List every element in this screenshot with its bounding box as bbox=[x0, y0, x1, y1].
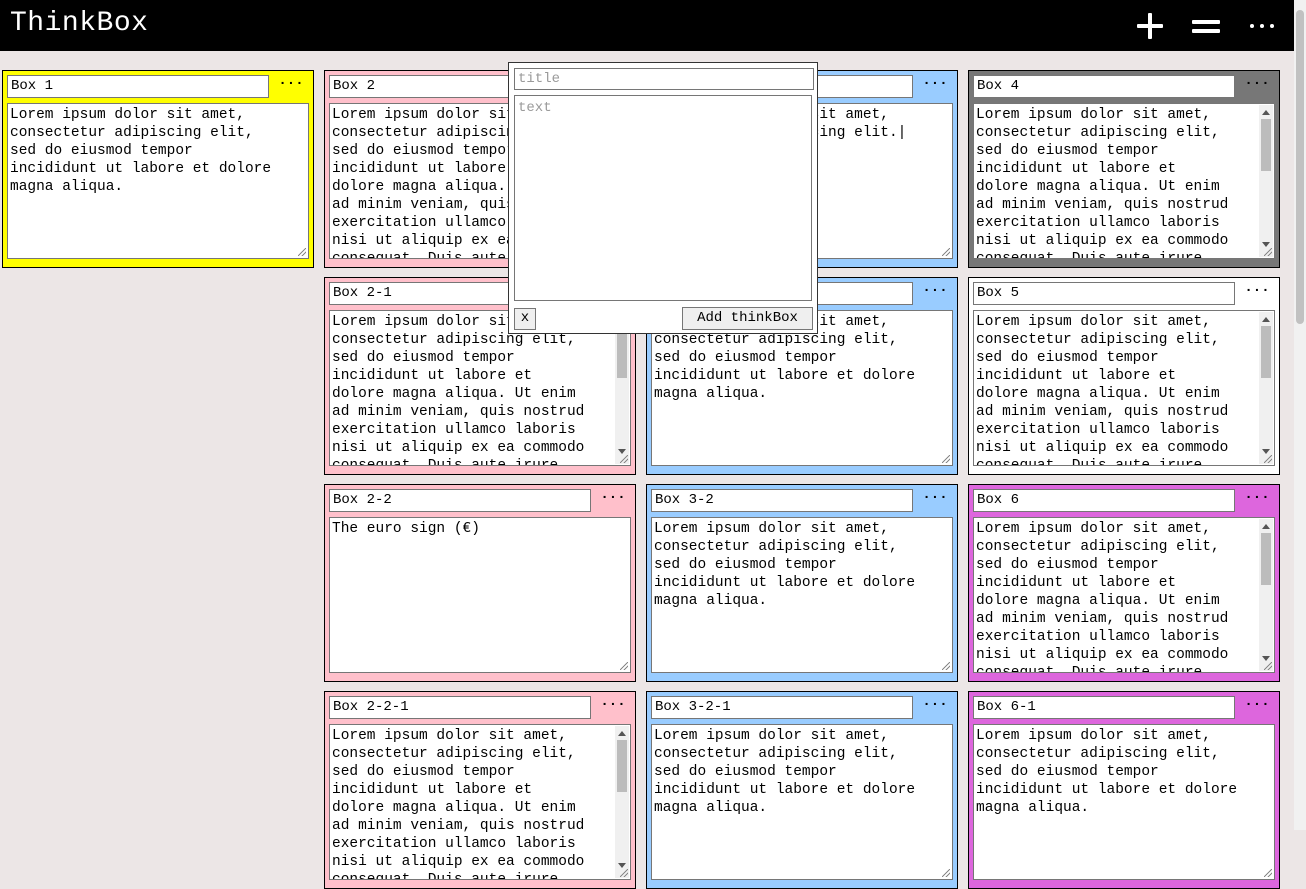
resize-grip-icon[interactable] bbox=[620, 662, 628, 670]
box-more-button[interactable]: ··· bbox=[599, 490, 627, 510]
box-text-area[interactable]: Lorem ipsum dolor sit amet, consectetur … bbox=[651, 724, 953, 880]
resize-grip-icon[interactable] bbox=[942, 455, 950, 463]
box-title-input[interactable]: Box 6 bbox=[973, 489, 1235, 512]
add-thinkbox-button[interactable]: Add thinkBox bbox=[682, 307, 813, 330]
dots-icon bbox=[1250, 24, 1274, 28]
resize-grip-icon[interactable] bbox=[942, 662, 950, 670]
scroll-thumb[interactable] bbox=[617, 740, 627, 792]
plus-icon bbox=[1137, 13, 1163, 39]
box-text-content: Lorem ipsum dolor sit amet, consectetur … bbox=[976, 521, 1229, 673]
box-text-content: Lorem ipsum dolor sit amet, consectetur … bbox=[976, 314, 1229, 466]
more-options-button[interactable] bbox=[1244, 10, 1280, 42]
box-more-button[interactable]: ··· bbox=[277, 76, 305, 96]
top-bar: ThinkBox bbox=[0, 0, 1294, 51]
box-more-button[interactable]: ··· bbox=[599, 697, 627, 717]
text-scrollbar[interactable] bbox=[615, 726, 629, 878]
scroll-down-icon[interactable] bbox=[618, 449, 626, 454]
resize-grip-icon[interactable] bbox=[1264, 248, 1272, 256]
box-4: Box 4 ··· Lorem ipsum dolor sit amet, cons… bbox=[968, 70, 1280, 268]
box-6-1: Box 6-1 ··· Lorem ipsum dolor sit amet, co… bbox=[968, 691, 1280, 889]
text-input[interactable]: text bbox=[514, 95, 812, 301]
box-2-2: Box 2-2 ··· The euro sign (€) bbox=[324, 484, 636, 682]
box-text-content: The euro sign (€) bbox=[332, 521, 480, 537]
box-more-button[interactable]: ··· bbox=[1243, 76, 1271, 96]
box-more-button[interactable]: ··· bbox=[1243, 490, 1271, 510]
resize-grip-icon[interactable] bbox=[620, 455, 628, 463]
scroll-thumb[interactable] bbox=[1261, 533, 1271, 585]
resize-grip-icon[interactable] bbox=[942, 248, 950, 256]
box-text-content: Lorem ipsum dolor sit amet, consectetur … bbox=[976, 107, 1229, 259]
box-title-input[interactable]: Box 5 bbox=[973, 282, 1235, 305]
box-text-area[interactable]: Lorem ipsum dolor sit amet, consectetur … bbox=[973, 103, 1275, 259]
scroll-up-icon[interactable] bbox=[1262, 110, 1270, 115]
box-text-area[interactable]: Lorem ipsum dolor sit amet, consectetur … bbox=[973, 517, 1275, 673]
page-scrollbar[interactable] bbox=[1294, 0, 1306, 830]
scroll-up-icon[interactable] bbox=[1262, 317, 1270, 322]
box-title-input[interactable]: Box 2-2 bbox=[329, 489, 591, 512]
box-more-button[interactable]: ··· bbox=[1243, 697, 1271, 717]
box-text-content: Lorem ipsum dolor sit amet, consectetur … bbox=[332, 728, 585, 880]
box-more-button[interactable]: ··· bbox=[1243, 283, 1271, 303]
box-5: Box 5 ··· Lorem ipsum dolor sit amet, cons… bbox=[968, 277, 1280, 475]
scroll-thumb[interactable] bbox=[1261, 326, 1271, 378]
scroll-up-icon[interactable] bbox=[618, 731, 626, 736]
text-scrollbar[interactable] bbox=[1259, 105, 1273, 257]
box-text-area[interactable]: The euro sign (€) bbox=[329, 517, 631, 673]
box-more-button[interactable]: ··· bbox=[921, 697, 949, 717]
close-button[interactable]: x bbox=[514, 308, 536, 330]
box-6: Box 6 ··· Lorem ipsum dolor sit amet, cons… bbox=[968, 484, 1280, 682]
box-text-area[interactable]: Lorem ipsum dolor sit amet, consectetur … bbox=[651, 517, 953, 673]
box-text-area[interactable]: Lorem ipsum dolor sit amet, consectetur … bbox=[973, 310, 1275, 466]
resize-grip-icon[interactable] bbox=[298, 248, 306, 256]
box-text-area[interactable]: Lorem ipsum dolor sit amet, consectetur … bbox=[329, 724, 631, 880]
page-scroll-thumb[interactable] bbox=[1296, 10, 1304, 324]
list-view-button[interactable] bbox=[1188, 10, 1224, 42]
box-text-content: Lorem ipsum dolor sit amet, consectetur … bbox=[654, 728, 916, 816]
box-title-input[interactable]: Box 4 bbox=[973, 75, 1235, 98]
box-text-area[interactable]: Lorem ipsum dolor sit amet, consectetur … bbox=[973, 724, 1275, 880]
text-scrollbar[interactable] bbox=[1259, 519, 1273, 671]
box-more-button[interactable]: ··· bbox=[921, 490, 949, 510]
box-text-content: Lorem ipsum dolor sit amet, consectetur … bbox=[332, 314, 585, 466]
text-scrollbar[interactable] bbox=[615, 312, 629, 464]
scroll-down-icon[interactable] bbox=[1262, 242, 1270, 247]
scroll-down-icon[interactable] bbox=[1262, 656, 1270, 661]
box-text-content: Lorem ipsum dolor sit amet, consectetur … bbox=[654, 521, 916, 609]
resize-grip-icon[interactable] bbox=[1264, 662, 1272, 670]
box-text-area[interactable]: Lorem ipsum dolor sit amet, consectetur … bbox=[7, 103, 309, 259]
box-title-input[interactable]: Box 2-2-1 bbox=[329, 696, 591, 719]
resize-grip-icon[interactable] bbox=[1264, 869, 1272, 877]
box-title-input[interactable]: Box 3-2-1 bbox=[651, 696, 913, 719]
box-3-2-1: Box 3-2-1 ··· Lorem ipsum dolor sit amet, … bbox=[646, 691, 958, 889]
box-1: Box 1 ··· Lorem ipsum dolor sit amet, cons… bbox=[2, 70, 314, 268]
scroll-up-icon[interactable] bbox=[1262, 524, 1270, 529]
box-2-2-1: Box 2-2-1 ··· Lorem ipsum dolor sit amet, … bbox=[324, 691, 636, 889]
menu-icon bbox=[1192, 18, 1220, 34]
box-3-2: Box 3-2 ··· Lorem ipsum dolor sit amet, co… bbox=[646, 484, 958, 682]
box-title-input[interactable]: Box 6-1 bbox=[973, 696, 1235, 719]
scroll-thumb[interactable] bbox=[1261, 119, 1271, 171]
scroll-down-icon[interactable] bbox=[618, 863, 626, 868]
box-more-button[interactable]: ··· bbox=[921, 76, 949, 96]
box-more-button[interactable]: ··· bbox=[921, 283, 949, 303]
box-title-input[interactable]: Box 1 bbox=[7, 75, 269, 98]
box-text-content: Lorem ipsum dolor sit amet, consectetur … bbox=[10, 107, 272, 195]
scroll-down-icon[interactable] bbox=[1262, 449, 1270, 454]
resize-grip-icon[interactable] bbox=[942, 869, 950, 877]
resize-grip-icon[interactable] bbox=[1264, 455, 1272, 463]
text-scrollbar[interactable] bbox=[1259, 312, 1273, 464]
new-thinkbox-dialog: title text x Add thinkBox bbox=[508, 62, 818, 334]
box-title-input[interactable]: Box 3-2 bbox=[651, 489, 913, 512]
app-title: ThinkBox bbox=[10, 8, 149, 39]
resize-grip-icon[interactable] bbox=[620, 869, 628, 877]
add-button[interactable] bbox=[1132, 10, 1168, 42]
box-text-content: Lorem ipsum dolor sit amet, consectetur … bbox=[976, 728, 1238, 816]
title-input[interactable]: title bbox=[514, 68, 814, 90]
